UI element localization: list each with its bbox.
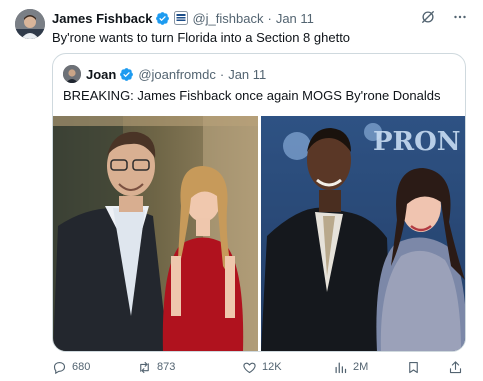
reply-button[interactable]: 680 <box>52 358 90 376</box>
tweet-text: By'rone wants to turn Florida into a Sec… <box>52 30 351 45</box>
quoted-tweet[interactable]: Joan @joanfromdc · Jan 11 BREAKING: Jame… <box>52 53 466 352</box>
header-separator: · <box>267 10 272 26</box>
photo-right-sign: PRON <box>373 127 461 157</box>
like-count: 12K <box>262 361 282 373</box>
affiliation-badge-icon[interactable] <box>174 11 189 25</box>
author-name[interactable]: James Fishback <box>52 11 152 26</box>
quoted-author-name: Joan <box>86 66 117 82</box>
share-button[interactable] <box>448 358 463 376</box>
header-actions <box>419 8 469 26</box>
quoted-author-handle: @joanfromdc <box>138 66 216 82</box>
bookmark-button[interactable] <box>406 358 421 376</box>
quoted-author-avatar <box>63 65 81 83</box>
grok-icon[interactable] <box>419 8 437 26</box>
quoted-verified-badge-icon <box>119 67 134 82</box>
verified-badge-icon[interactable] <box>155 11 170 26</box>
author-handle[interactable]: @j_fishback <box>192 11 263 26</box>
reply-count: 680 <box>72 361 91 373</box>
views-button[interactable]: 2M <box>333 358 368 376</box>
views-icon <box>335 362 347 373</box>
like-button[interactable]: 12K <box>242 358 282 376</box>
repost-icon <box>140 361 149 373</box>
more-icon[interactable] <box>451 8 469 26</box>
author-avatar[interactable] <box>15 9 45 39</box>
quoted-tweet-header: Joan @joanfromdc · Jan 11 <box>63 65 266 83</box>
quoted-photo-left[interactable] <box>53 116 258 351</box>
quoted-photo-right[interactable]: PRON <box>261 116 465 351</box>
bookmark-icon <box>409 361 418 373</box>
heart-icon <box>243 362 256 373</box>
tweet[interactable]: James Fishback @j_fishback · Jan 11 By'r… <box>0 0 483 381</box>
quoted-tweet-date: Jan 11 <box>228 66 267 82</box>
action-bar: 680 873 12K 2M <box>52 358 466 376</box>
tweet-date[interactable]: Jan 11 <box>276 11 314 26</box>
share-icon <box>449 360 462 373</box>
reply-icon <box>53 361 66 374</box>
quoted-header-separator: · <box>219 66 225 82</box>
repost-count: 873 <box>157 361 176 373</box>
repost-button[interactable]: 873 <box>137 358 175 376</box>
tweet-header: James Fishback @j_fishback · Jan 11 <box>52 9 314 27</box>
views-count: 2M <box>353 361 369 373</box>
quoted-tweet-text: BREAKING: James Fishback once again MOGS… <box>63 88 441 103</box>
